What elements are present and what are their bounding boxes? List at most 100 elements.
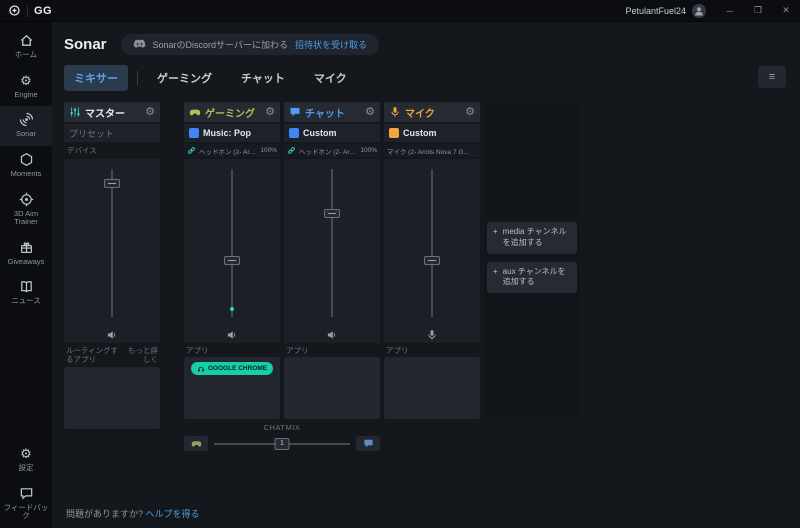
routed-apps-box-chat[interactable] xyxy=(284,357,380,420)
gear-icon[interactable]: ⚙ xyxy=(265,106,275,118)
sonar-icon xyxy=(19,112,34,127)
discord-pill-text: SonarのDiscordサーバーに加わる xyxy=(152,39,288,50)
sidebar-item-feedback[interactable]: フィードバック xyxy=(0,480,52,528)
gear-icon[interactable]: ⚙ xyxy=(145,106,155,118)
device-volume-pct: 100% xyxy=(260,147,277,154)
speaker-icon xyxy=(107,331,116,339)
chatmix: CHATMIX 1 xyxy=(184,423,380,451)
chat-bubble-icon xyxy=(289,106,301,118)
routed-apps-box-master[interactable] xyxy=(64,366,160,429)
tab-mic[interactable]: マイク xyxy=(304,65,357,91)
preset-icon xyxy=(189,128,199,138)
volume-slider-master[interactable] xyxy=(64,159,160,327)
slider-handle[interactable] xyxy=(224,256,240,266)
channel-master-name: マスター xyxy=(85,108,125,120)
preset-selector-mic[interactable]: Custom xyxy=(384,124,480,142)
gg-logo-icon xyxy=(8,4,21,17)
preset-row-label: プリセット xyxy=(64,124,160,142)
sidebar-item-news[interactable]: ニュース xyxy=(0,273,52,313)
page-title: Sonar xyxy=(64,35,107,53)
more-info-link[interactable]: もっと詳しく xyxy=(127,346,158,365)
sidebar-item-giveaways[interactable]: Giveaways xyxy=(0,234,52,274)
sidebar-item-settings[interactable]: ⚙ 設定 xyxy=(0,440,52,480)
sidebar-item-label: Engine xyxy=(14,89,38,99)
device-selector-mic[interactable]: マイク (2- Arctis Nova 7 G... xyxy=(384,144,480,157)
close-button[interactable]: ✕ xyxy=(772,0,800,22)
sidebar-item-sonar[interactable]: Sonar xyxy=(0,106,52,146)
channel-chat: チャット ⚙ Custom ヘッドホン (2- Arctis ... 100% xyxy=(284,102,380,429)
channel-mic-name: マイク xyxy=(405,108,435,120)
volume-slider-gaming[interactable] xyxy=(184,159,280,327)
chatmix-chat-end xyxy=(356,436,380,451)
preset-selector-gaming[interactable]: Music: Pop xyxy=(184,124,280,142)
channel-gaming: ゲーミング ⚙ Music: Pop ヘッドホン (2- Arctis ... … xyxy=(184,102,280,429)
routed-apps-box-mic[interactable] xyxy=(384,357,480,420)
preset-name: Custom xyxy=(403,128,437,138)
mute-button-chat[interactable] xyxy=(284,327,380,343)
volume-slider-chat[interactable] xyxy=(284,159,380,327)
sidebar-item-label: 3D Aim Trainer xyxy=(13,208,39,227)
tab-chat[interactable]: チャット xyxy=(231,65,295,91)
home-icon xyxy=(19,33,34,48)
device-name: ヘッドホン (2- Arctis ... xyxy=(199,148,257,156)
minimize-button[interactable]: ─ xyxy=(716,0,744,22)
tab-gaming[interactable]: ゲーミング xyxy=(147,65,222,91)
sidebar-item-aim-trainer[interactable]: 3D Aim Trainer xyxy=(0,186,52,234)
add-media-channel-label: media チャンネルを追加する xyxy=(502,227,567,247)
tabs: ミキサー ゲーミング チャット マイク ≡ xyxy=(64,65,788,91)
mute-button-master[interactable] xyxy=(64,327,160,343)
engine-icon: ⚙ xyxy=(20,72,32,88)
channel-chat-header: チャット ⚙ xyxy=(284,102,380,122)
slider-handle[interactable] xyxy=(424,256,440,266)
slider-track xyxy=(231,169,233,317)
menu-button[interactable]: ≡ xyxy=(758,66,786,88)
mute-button-gaming[interactable] xyxy=(184,327,280,343)
help-question: 問題がありますか? xyxy=(66,509,144,519)
sidebar-item-moments[interactable]: Moments xyxy=(0,146,52,186)
moments-icon xyxy=(19,152,34,167)
slider-handle[interactable] xyxy=(104,179,120,189)
mute-button-mic[interactable] xyxy=(384,327,480,343)
chatmix-slider[interactable]: 1 xyxy=(214,437,350,450)
gear-icon[interactable]: ⚙ xyxy=(465,106,475,118)
routed-apps-box-gaming[interactable]: GOOGLE CHROME xyxy=(184,357,280,420)
tab-mixer[interactable]: ミキサー xyxy=(64,65,128,91)
titlebar: GG PetulantFuel24 ─ ❐ ✕ xyxy=(0,0,800,22)
app-chip-google-chrome[interactable]: GOOGLE CHROME xyxy=(190,362,274,376)
slider-track xyxy=(331,169,333,317)
sidebar-item-home[interactable]: ホーム xyxy=(0,27,52,67)
help-link[interactable]: ヘルプを得る xyxy=(146,509,200,519)
add-aux-channel-button[interactable]: + aux チャンネルを追加する xyxy=(487,261,577,294)
device-volume-pct: 100% xyxy=(360,147,377,154)
sidebar-item-label: ホーム xyxy=(14,50,38,59)
routed-apps-label: ルーティングするアプリ xyxy=(66,346,119,365)
avatar[interactable] xyxy=(692,3,706,18)
gear-icon[interactable]: ⚙ xyxy=(365,106,375,118)
microphone-icon xyxy=(389,106,401,118)
volume-slider-mic[interactable] xyxy=(384,159,480,327)
device-selector-chat[interactable]: ヘッドホン (2- Arctis ... 100% xyxy=(284,144,380,157)
channel-master: マスター ⚙ プリセット デバイス ルーティングするアプリ もっと詳しく xyxy=(64,102,160,429)
chatmix-handle[interactable]: 1 xyxy=(274,437,290,450)
slider-track xyxy=(431,169,433,317)
mic-icon xyxy=(428,330,436,340)
sidebar-item-engine[interactable]: ⚙ Engine xyxy=(0,67,52,107)
speaker-icon xyxy=(327,331,336,339)
slider-handle[interactable] xyxy=(324,208,340,218)
discord-invite-link[interactable]: 招待状を受け取る xyxy=(295,38,367,51)
maximize-button[interactable]: ❐ xyxy=(744,0,772,22)
discord-invite-pill[interactable]: SonarのDiscordサーバーに加わる 招待状を受け取る xyxy=(120,33,379,55)
app-chip-label: GOOGLE CHROME xyxy=(207,365,268,373)
sidebar-item-label: Sonar xyxy=(15,129,36,139)
add-media-channel-button[interactable]: + media チャンネルを追加する xyxy=(487,222,577,254)
device-name: マイク (2- Arctis Nova 7 G... xyxy=(387,148,469,156)
device-selector-gaming[interactable]: ヘッドホン (2- Arctis ... 100% xyxy=(184,144,280,157)
gift-icon xyxy=(19,240,34,255)
add-aux-channel-label: aux チャンネルを追加する xyxy=(502,266,566,287)
channel-gaming-header: ゲーミング ⚙ xyxy=(184,102,280,122)
discord-icon xyxy=(133,39,146,49)
username: PetulantFuel24 xyxy=(625,5,686,16)
news-icon xyxy=(19,279,34,294)
preset-selector-chat[interactable]: Custom xyxy=(284,124,380,142)
